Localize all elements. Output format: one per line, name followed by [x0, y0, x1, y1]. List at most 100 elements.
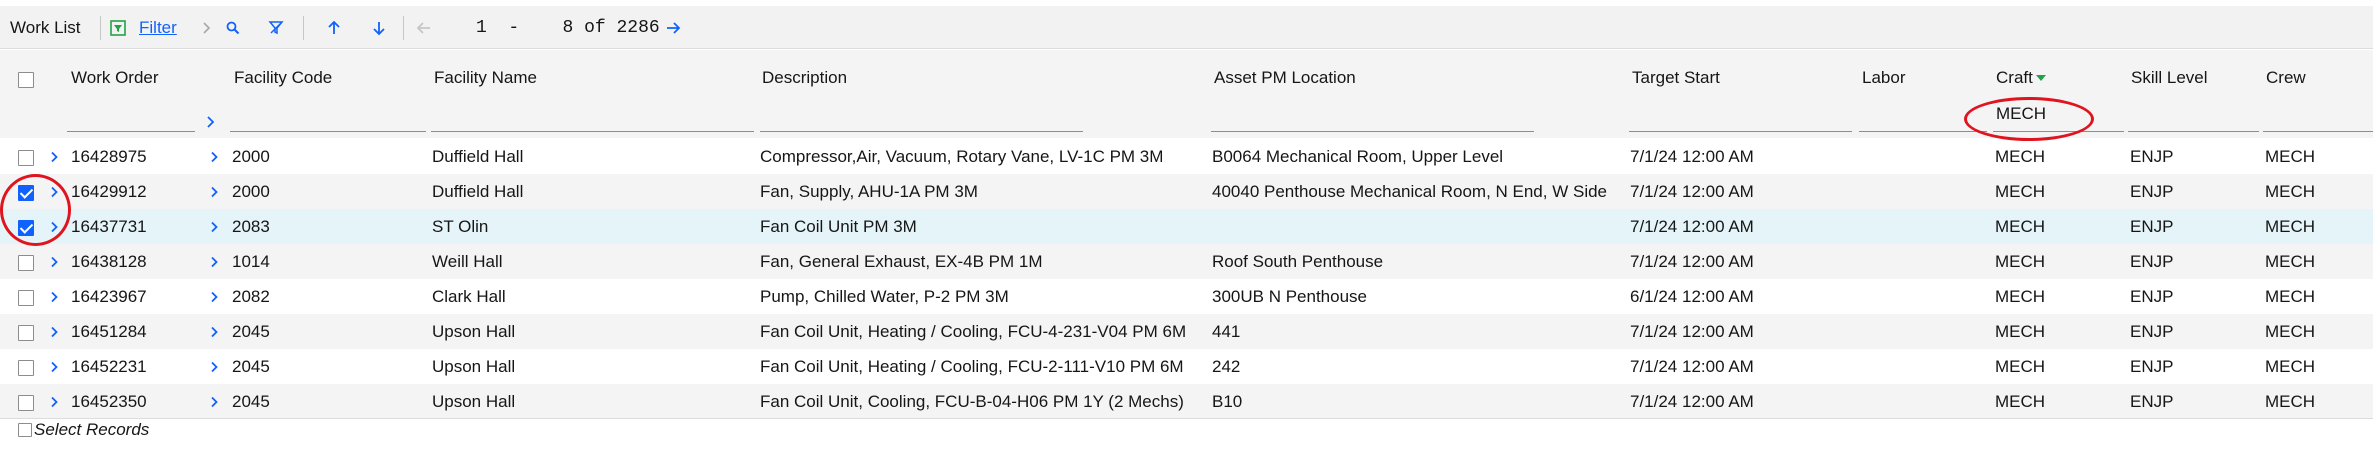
cell-description: Fan Coil Unit, Heating / Cooling, FCU-4-…: [760, 322, 1187, 341]
go-to-record-chevron-icon[interactable]: [210, 151, 219, 163]
filter-target-start-input[interactable]: [1629, 131, 1852, 132]
cell-description: Fan Coil Unit, Cooling, FCU-B-04-H06 PM …: [760, 392, 1184, 411]
expand-row-chevron-icon[interactable]: [50, 396, 59, 408]
expand-row-chevron-icon[interactable]: [50, 151, 59, 163]
col-crew[interactable]: Crew: [2266, 68, 2306, 88]
cell-asset-pm-location: 441: [1212, 322, 1241, 341]
expand-row-chevron-icon[interactable]: [50, 256, 59, 268]
cell-craft: MECH: [1995, 182, 2046, 201]
sort-descending-icon[interactable]: [2035, 74, 2046, 82]
table-row[interactable]: 16423967 2082 Clark Hall Pump, Chilled Wate…: [0, 279, 2373, 314]
go-to-record-chevron-icon[interactable]: [210, 256, 219, 268]
expand-row-chevron-icon[interactable]: [50, 326, 59, 338]
table-row[interactable]: 16438128 1014 Weill Hall Fan, General Exhau…: [0, 244, 2373, 279]
arrow-up-icon[interactable]: [327, 6, 341, 49]
expand-row-chevron-icon[interactable]: [50, 361, 59, 373]
select-records-control[interactable]: Select Records: [18, 420, 149, 440]
col-target-start[interactable]: Target Start: [1632, 68, 1720, 88]
annotation-circle-craft-filter: [1964, 97, 2094, 141]
chevron-right-icon[interactable]: [206, 115, 216, 129]
cell-description: Fan, Supply, AHU-1A PM 3M: [760, 182, 978, 201]
col-description[interactable]: Description: [762, 68, 847, 88]
cell-craft: MECH: [1995, 217, 2046, 236]
cell-work-order: 16423967: [71, 287, 147, 306]
cell-target-start: 7/1/24 12:00 AM: [1630, 252, 1754, 271]
go-to-record-chevron-icon[interactable]: [210, 186, 219, 198]
expand-row-chevron-icon[interactable]: [50, 291, 59, 303]
go-to-record-chevron-icon[interactable]: [210, 221, 219, 233]
row-select-checkbox[interactable]: [18, 255, 34, 271]
table-row[interactable]: 16452231 2045 Upson Hall Fan Coil Unit, Hea…: [0, 349, 2373, 384]
cell-target-start: 7/1/24 12:00 AM: [1630, 147, 1754, 166]
cell-skill-level: ENJP: [2130, 392, 2174, 411]
row-select-checkbox[interactable]: [18, 290, 34, 306]
filter-description-input[interactable]: [760, 131, 1083, 132]
cell-crew: MECH: [2265, 322, 2316, 341]
row-select-checkbox[interactable]: [18, 150, 34, 166]
filter-asset-pm-location-input[interactable]: [1211, 131, 1534, 132]
filter-icon[interactable]: [110, 6, 126, 49]
select-all-checkbox[interactable]: [18, 72, 34, 88]
filter-work-order-input[interactable]: [67, 131, 195, 132]
row-select-checkbox[interactable]: [18, 325, 34, 341]
page-end: 8: [562, 17, 574, 38]
cell-target-start: 6/1/24 12:00 AM: [1630, 287, 1754, 306]
toolbar-divider: [100, 16, 101, 40]
cell-skill-level: ENJP: [2130, 322, 2174, 341]
col-work-order[interactable]: Work Order: [71, 68, 159, 88]
arrow-down-icon[interactable]: [372, 6, 386, 49]
table-row[interactable]: 16428975 2000 Duffield Hall Compressor,Air,…: [0, 139, 2373, 174]
arrow-right-icon[interactable]: [665, 6, 681, 49]
cell-asset-pm-location: 300UB N Penthouse: [1212, 287, 1367, 306]
filter-button[interactable]: Filter: [139, 6, 177, 49]
go-to-record-chevron-icon[interactable]: [210, 396, 219, 408]
cell-facility-code: 2082: [232, 287, 270, 306]
table-row[interactable]: 16437731 2083 ST Olin Fan Coil Unit PM 3M 7/…: [0, 209, 2373, 244]
cell-craft: MECH: [1995, 147, 2046, 166]
go-to-record-chevron-icon[interactable]: [210, 361, 219, 373]
col-labor[interactable]: Labor: [1862, 68, 1905, 88]
cell-facility-code: 1014: [232, 252, 270, 271]
go-to-record-chevron-icon[interactable]: [210, 326, 219, 338]
table-row[interactable]: 16429912 2000 Duffield Hall Fan, Supply, AH…: [0, 174, 2373, 209]
cell-facility-name: Upson Hall: [432, 322, 516, 341]
col-facility-name[interactable]: Facility Name: [434, 68, 537, 88]
table-row[interactable]: 16452350 2045 Upson Hall Fan Coil Unit, Coo…: [0, 384, 2373, 419]
cell-crew: MECH: [2265, 252, 2316, 271]
cell-crew: MECH: [2265, 357, 2316, 376]
cell-skill-level: ENJP: [2130, 287, 2174, 306]
clear-filter-icon[interactable]: [268, 6, 284, 49]
cell-crew: MECH: [2265, 182, 2316, 201]
cell-craft: MECH: [1995, 322, 2046, 341]
cell-facility-name: Duffield Hall: [432, 147, 524, 166]
filter-labor-input[interactable]: [1859, 131, 1987, 132]
cell-work-order: 16428975: [71, 147, 147, 166]
work-list-title: Work List: [10, 17, 81, 37]
cell-facility-name: Upson Hall: [432, 392, 516, 411]
col-skill-level[interactable]: Skill Level: [2131, 68, 2208, 88]
row-select-checkbox[interactable]: [18, 360, 34, 376]
col-craft-label: Craft: [1996, 68, 2033, 87]
cell-asset-pm-location: Roof South Penthouse: [1212, 252, 1384, 271]
row-select-checkbox[interactable]: [18, 395, 34, 411]
search-icon[interactable]: [225, 6, 241, 49]
col-craft[interactable]: Craft: [1996, 68, 2046, 88]
cell-skill-level: ENJP: [2130, 217, 2174, 236]
cell-craft: MECH: [1995, 357, 2046, 376]
cell-work-order: 16452350: [71, 392, 147, 411]
filter-skill-level-input[interactable]: [2128, 131, 2259, 132]
page-total: 2286: [616, 17, 660, 38]
go-to-record-chevron-icon[interactable]: [210, 291, 219, 303]
cell-asset-pm-location: 242: [1212, 357, 1241, 376]
table-row[interactable]: 16451284 2045 Upson Hall Fan Coil Unit, Hea…: [0, 314, 2373, 349]
cell-facility-name: Upson Hall: [432, 357, 516, 376]
filter-crew-input[interactable]: [2263, 131, 2373, 132]
cell-work-order: 16452231: [71, 357, 147, 376]
col-asset-pm-location[interactable]: Asset PM Location: [1214, 68, 1356, 88]
filter-facility-code-input[interactable]: [230, 131, 426, 132]
col-facility-code[interactable]: Facility Code: [234, 68, 332, 88]
cell-skill-level: ENJP: [2130, 182, 2174, 201]
select-records-checkbox[interactable]: [18, 423, 32, 437]
cell-work-order: 16429912: [71, 182, 147, 201]
filter-facility-name-input[interactable]: [431, 131, 754, 132]
